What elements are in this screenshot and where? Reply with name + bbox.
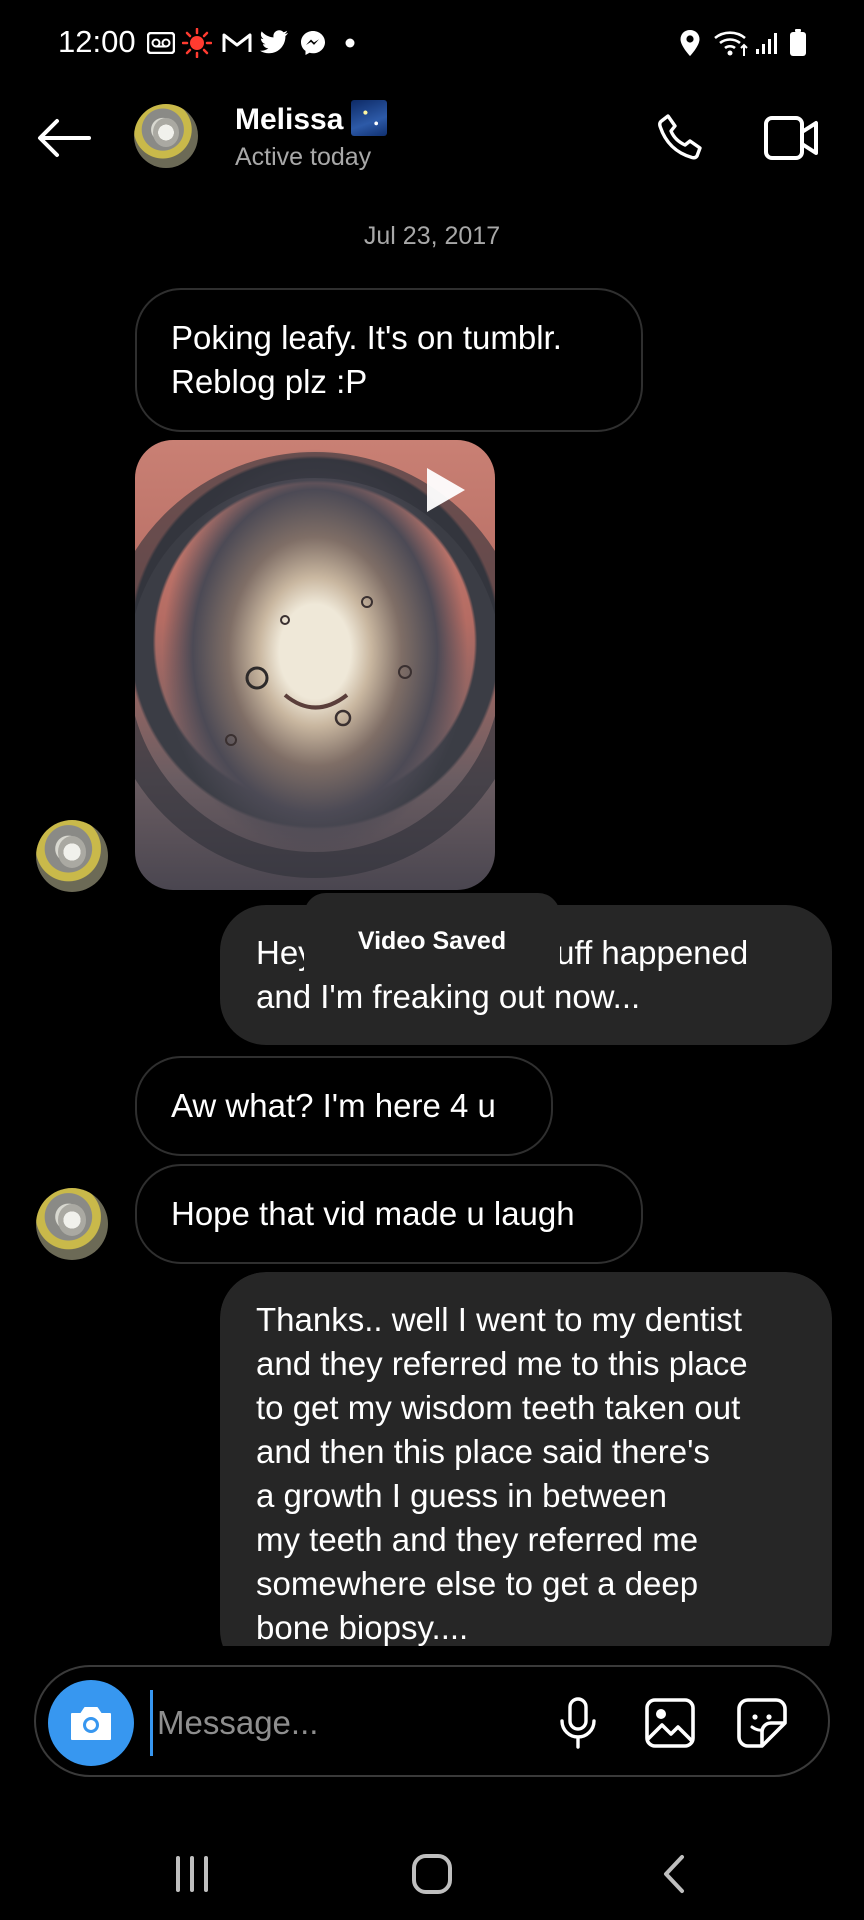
recent-apps-icon xyxy=(176,1856,208,1892)
message-line: Thanks.. well I went to my dentist xyxy=(256,1301,743,1338)
message-input[interactable] xyxy=(150,1690,540,1756)
gallery-icon xyxy=(645,1698,695,1748)
video-call-icon xyxy=(764,116,818,160)
gmail-icon xyxy=(221,26,253,60)
location-icon xyxy=(676,26,704,60)
message-bubble-incoming[interactable]: Aw what? I'm here 4 u xyxy=(135,1056,553,1156)
video-call-button[interactable] xyxy=(760,108,824,168)
message-line: and then this place said there's xyxy=(256,1433,710,1470)
voicemail-icon xyxy=(146,26,176,60)
contact-name[interactable]: Melissa xyxy=(235,100,388,137)
message-bubble-incoming[interactable]: Poking leafy. It's on tumblr. Reblog plz… xyxy=(135,288,643,432)
sticker-button[interactable] xyxy=(734,1690,790,1756)
signal-icon xyxy=(754,26,782,60)
wifi-icon xyxy=(712,26,752,60)
message-bubble-incoming[interactable]: Hope that vid made u laugh xyxy=(135,1164,643,1264)
voice-message-button[interactable] xyxy=(552,1690,604,1756)
contact-status: Active today xyxy=(235,143,372,171)
message-line: Aw what? I'm here 4 u xyxy=(171,1087,496,1124)
phone-icon xyxy=(658,114,702,160)
recent-apps-button[interactable] xyxy=(164,1850,220,1898)
home-icon xyxy=(412,1854,452,1894)
back-button[interactable] xyxy=(34,108,94,168)
home-button[interactable] xyxy=(404,1850,460,1898)
microphone-icon xyxy=(560,1697,596,1749)
message-line: Hope that vid made u laugh xyxy=(171,1195,575,1232)
status-time: 12:00 xyxy=(58,24,136,59)
date-separator: Jul 23, 2017 xyxy=(363,222,501,250)
record-icon xyxy=(181,26,213,60)
play-icon[interactable] xyxy=(425,466,467,514)
message-line: Poking leafy. It's on tumblr. xyxy=(171,319,562,356)
sticker-icon xyxy=(737,1698,787,1748)
dot-icon xyxy=(341,26,359,60)
camera-icon xyxy=(71,1707,111,1740)
message-line: and I'm freaking out now... xyxy=(256,978,641,1015)
video-saved-toast: Video Saved xyxy=(304,893,560,973)
status-bar: 12:00 xyxy=(0,0,864,90)
message-line: Reblog plz :P xyxy=(171,363,368,400)
message-line: to get my wisdom teeth taken out xyxy=(256,1389,741,1426)
night-sky-emoji-icon xyxy=(351,100,388,136)
camera-button[interactable] xyxy=(48,1680,134,1766)
video-message[interactable] xyxy=(135,440,495,890)
message-clip: Thanks.. well I went to my dentist and t… xyxy=(220,1272,832,1646)
message-line: my teeth and they referred me xyxy=(256,1521,699,1558)
system-nav-bar xyxy=(0,1820,864,1920)
message-line: a growth I guess in between xyxy=(256,1477,667,1514)
sender-avatar[interactable] xyxy=(36,820,108,892)
gallery-button[interactable] xyxy=(642,1690,698,1756)
message-line: bone biopsy.... xyxy=(256,1609,469,1646)
battery-icon xyxy=(786,26,810,60)
nav-back-button[interactable] xyxy=(646,1850,702,1898)
message-line: and they referred me to this place xyxy=(256,1345,748,1382)
contact-avatar[interactable] xyxy=(134,104,198,168)
audio-call-button[interactable] xyxy=(650,108,710,168)
back-arrow-icon xyxy=(38,119,91,157)
sender-avatar[interactable] xyxy=(36,1188,108,1260)
nav-back-icon xyxy=(664,1855,684,1893)
messenger-icon xyxy=(297,26,329,60)
message-line: somewhere else to get a deep xyxy=(256,1565,699,1602)
twitter-icon xyxy=(258,26,290,60)
message-bubble-outgoing[interactable]: Thanks.. well I went to my dentist and t… xyxy=(220,1272,832,1646)
